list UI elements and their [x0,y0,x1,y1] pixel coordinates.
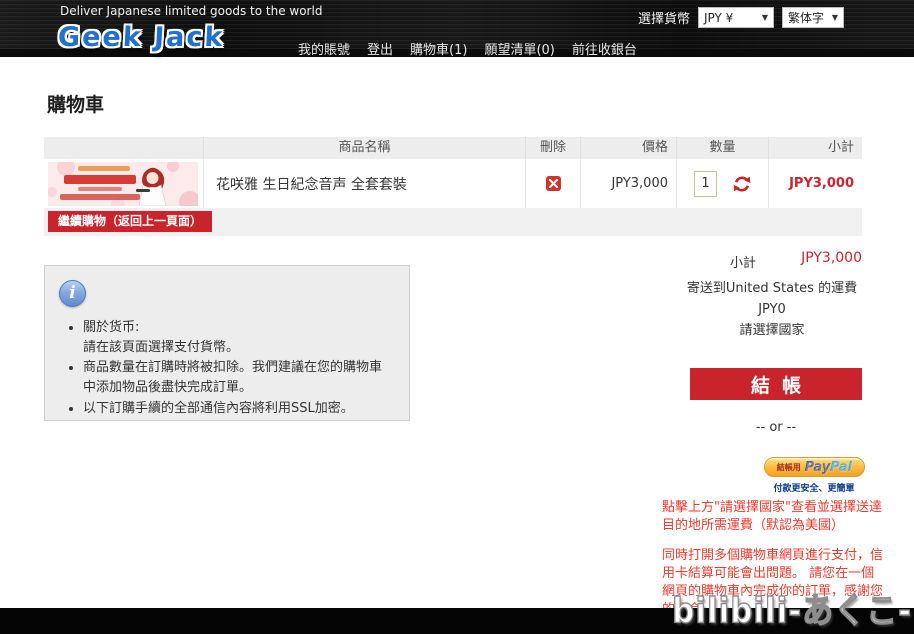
x-icon [548,179,558,188]
info-item-currency: 關於货币: 請在該頁面選擇支付貨幣。 [83,318,393,358]
currency-area: 選擇貨幣 JPY ¥ ▼ 繁体字 ▼ [638,7,845,28]
currency-selected-value: JPY ¥ [704,10,734,25]
cart-item-row: 花咲雅 生日紀念音声 全套套裝 JPY3,000 1 JPY3,000 [44,159,862,208]
page: Deliver Japanese limited goods to the wo… [0,0,914,634]
info-item-stock: 商品數量在訂購時將被扣除。我們建議在您的購物車中添加物品後盡快完成訂單。 [83,358,393,398]
watermark-text: bilibili-あくこ- [671,591,912,633]
shipping-cost: JPY0 [758,302,786,317]
col-subtotal: 小計 [768,137,862,159]
delete-item-icon[interactable] [545,176,561,191]
product-name[interactable]: 花咲雅 生日紀念音声 全套套裝 [204,174,407,194]
shipping-block: 寄送到United States 的運費 JPY0 請選擇國家 [652,278,892,341]
col-price: 價格 [580,137,676,159]
item-price: JPY3,000 [580,159,676,208]
delete-cell [525,159,580,208]
language-selected-value: 繁体字 [788,11,825,25]
cart-table-header: 商品名稱 刪除 價格 數量 小計 [44,137,862,159]
info-list: 關於货币: 請在該頁面選擇支付貨幣。 商品數量在訂購時將被扣除。我們建議在您的購… [83,318,393,419]
paypal-tagline: 付款更安全、更簡單 [773,484,855,494]
nav-cart[interactable]: 購物車(1) [410,39,467,58]
info-item-ssl: 以下訂購手續的全部通信內容將利用SSL加密。 [83,399,393,419]
shipping-destination: 寄送到United States 的運費 [686,281,858,296]
checkout-button[interactable]: 結帳 [690,368,862,400]
nav-checkout[interactable]: 前往收銀台 [572,39,637,58]
or-divider: -- or -- [755,420,797,435]
col-image [44,137,203,159]
site-header: Deliver Japanese limited goods to the wo… [0,0,914,58]
info-icon: i [59,280,86,307]
col-delete: 刪除 [525,137,580,159]
product-thumbnail[interactable] [48,161,198,206]
summary-subtotal-value: JPY3,000 [801,250,862,266]
paypal-logo: PayPal [804,459,853,475]
item-subtotal: JPY3,000 [768,159,862,208]
chevron-down-icon: ▼ [761,13,769,22]
refresh-icon[interactable] [733,175,751,193]
nav-logout[interactable]: 登出 [367,39,393,58]
note-select-country: 點擊上方"請選擇國家"查看並選擇送達目的地所需運費（默認為美國） [662,500,882,533]
cart-table: 商品名稱 刪除 價格 數量 小計 花咲雅 生日紀念音声 全套套裝 JPY3,00… [44,137,862,208]
main-nav: 我的賬號 登出 購物車(1) 願望清單(0) 前往收銀台 [298,39,637,58]
chevron-down-icon: ▼ [831,13,839,22]
nav-wishlist[interactable]: 願望清單(0) [484,39,554,58]
continue-shopping-button[interactable]: 繼續購物（返回上一頁面） [48,211,213,232]
site-logo[interactable]: Geek Jack [57,22,225,53]
col-product-name: 商品名稱 [203,137,525,159]
col-qty: 數量 [676,137,768,159]
paypal-prefix-text: 結帳用 [776,462,801,472]
product-name-cell: 花咲雅 生日紀念音声 全套套裝 [203,159,525,208]
currency-select[interactable]: JPY ¥ ▼ [698,7,775,28]
quantity-input[interactable] [694,170,717,197]
site-tagline: Deliver Japanese limited goods to the wo… [60,4,323,18]
currency-select-label: 選擇貨幣 [638,12,691,27]
paypal-checkout-button[interactable]: 結帳用 PayPal [764,457,865,477]
cart-table-footer: 繼續購物（返回上一頁面） [44,208,862,236]
info-box: i 關於货币: 請在該頁面選擇支付貨幣。 商品數量在訂購時將被扣除。我們建議在您… [44,265,410,421]
qty-cell [676,159,768,208]
language-select[interactable]: 繁体字 ▼ [782,7,845,28]
product-image-cell [44,159,203,208]
page-title: 購物車 [47,94,105,116]
nav-my-account[interactable]: 我的賬號 [298,39,350,58]
select-country-link[interactable]: 請選擇國家 [652,320,892,341]
